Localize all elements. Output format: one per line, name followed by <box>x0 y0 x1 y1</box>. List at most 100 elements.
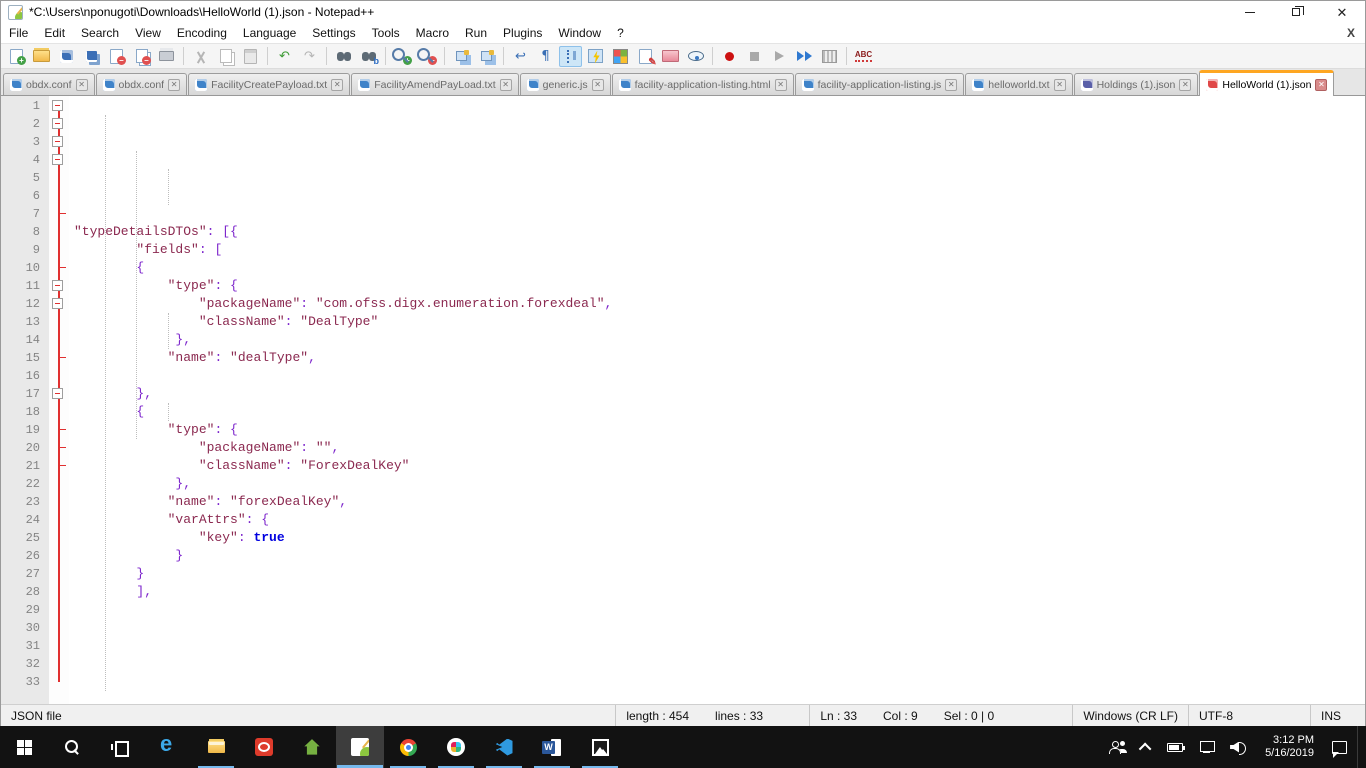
menu-view[interactable]: View <box>127 24 169 42</box>
menu-plugins[interactable]: Plugins <box>495 24 550 42</box>
tab-facilityamendpayload-txt[interactable]: FacilityAmendPayLoad.txt✕ <box>351 73 518 95</box>
cut-icon[interactable] <box>189 46 212 67</box>
menu-macro[interactable]: Macro <box>408 24 457 42</box>
code-line[interactable]: } <box>74 547 1365 565</box>
close-button[interactable]: ✕ <box>1319 1 1365 23</box>
menu-search[interactable]: Search <box>73 24 127 42</box>
menu-close-document-button[interactable]: X <box>1347 26 1355 40</box>
stop-recording-icon[interactable] <box>743 46 766 67</box>
code-line[interactable]: { <box>74 259 1365 277</box>
tab-close-icon[interactable]: ✕ <box>500 79 512 91</box>
fold-collapse-box[interactable] <box>52 118 63 129</box>
tab-helloworld-txt[interactable]: helloworld.txt✕ <box>965 73 1072 95</box>
code-line[interactable] <box>74 673 1365 691</box>
code-line[interactable] <box>74 619 1365 637</box>
tab-obdx-conf[interactable]: obdx.conf✕ <box>3 73 95 95</box>
tab-generic-js[interactable]: generic.js✕ <box>520 73 611 95</box>
code-line[interactable]: "className": "DealType" <box>74 313 1365 331</box>
tab-holdings-1-json[interactable]: Holdings (1).json✕ <box>1074 73 1199 95</box>
tab-close-icon[interactable]: ✕ <box>1179 79 1191 91</box>
tab-helloworld-1-json[interactable]: HelloWorld (1).json✕ <box>1199 70 1334 96</box>
code-line[interactable] <box>74 601 1365 619</box>
sync-vertical-scrolling-icon[interactable] <box>450 46 473 67</box>
menu-settings[interactable]: Settings <box>304 24 363 42</box>
redo-icon[interactable]: ↷ <box>298 46 321 67</box>
fold-collapse-box[interactable] <box>52 154 63 165</box>
code-line[interactable]: }, <box>74 331 1365 349</box>
tab-close-icon[interactable]: ✕ <box>168 79 180 91</box>
save-all-icon[interactable] <box>80 46 103 67</box>
code-line[interactable]: ], <box>74 583 1365 601</box>
copy-icon[interactable] <box>214 46 237 67</box>
record-macro-icon[interactable] <box>718 46 741 67</box>
taskbar-button-oracle[interactable] <box>240 726 288 768</box>
save-icon[interactable] <box>55 46 78 67</box>
fold-collapse-box[interactable] <box>52 136 63 147</box>
minimize-button[interactable] <box>1227 1 1273 23</box>
word-wrap-icon[interactable]: ↩ <box>509 46 532 67</box>
code-line[interactable]: "type": { <box>74 421 1365 439</box>
code-line[interactable]: "packageName": "com.ofss.digx.enumeratio… <box>74 295 1365 313</box>
close-icon[interactable]: – <box>105 46 128 67</box>
open-file-icon[interactable] <box>30 46 53 67</box>
taskbar-button-word[interactable] <box>528 726 576 768</box>
undo-icon[interactable]: ↶ <box>273 46 296 67</box>
code-line[interactable] <box>74 367 1365 385</box>
menu-run[interactable]: Run <box>457 24 495 42</box>
taskbar-button-start[interactable] <box>0 726 48 768</box>
tab-obdx-conf[interactable]: obdx.conf✕ <box>96 73 188 95</box>
show-indent-guide-icon[interactable] <box>559 46 582 67</box>
playback-macro-icon[interactable] <box>768 46 791 67</box>
code-area[interactable]: "typeDetailsDTOs": [{ "fields": [ { "typ… <box>69 96 1365 704</box>
tab-close-icon[interactable]: ✕ <box>76 79 88 91</box>
tab-facility-application-listing-html[interactable]: facility-application-listing.html✕ <box>612 73 794 95</box>
tray-people-button[interactable] <box>1103 726 1132 768</box>
tray-battery-button[interactable] <box>1161 726 1189 768</box>
folder-as-workspace-icon[interactable] <box>659 46 682 67</box>
zoom-out-icon[interactable]: – <box>416 46 439 67</box>
taskbar-button-vscode[interactable] <box>480 726 528 768</box>
tab-close-icon[interactable]: ✕ <box>775 79 787 91</box>
code-line[interactable] <box>74 655 1365 673</box>
menu-window[interactable]: Window <box>550 24 609 42</box>
code-line[interactable]: "varAttrs": { <box>74 511 1365 529</box>
document-switcher-icon[interactable]: ✎ <box>634 46 657 67</box>
code-line[interactable]: "fields": [ <box>74 241 1365 259</box>
code-line[interactable]: "className": "ForexDealKey" <box>74 457 1365 475</box>
menu-help[interactable]: ? <box>609 24 632 42</box>
code-line[interactable]: "packageName": "", <box>74 439 1365 457</box>
sync-horizontal-scrolling-icon[interactable] <box>475 46 498 67</box>
code-line[interactable]: } <box>74 565 1365 583</box>
code-line[interactable]: { <box>74 403 1365 421</box>
code-line[interactable]: "typeDetailsDTOs": [{ <box>74 223 1365 241</box>
tab-close-icon[interactable]: ✕ <box>1054 79 1066 91</box>
tab-close-icon[interactable]: ✕ <box>331 79 343 91</box>
tab-close-icon[interactable]: ✕ <box>1315 79 1327 91</box>
code-line[interactable] <box>74 637 1365 655</box>
tray-volume-button[interactable] <box>1224 726 1253 768</box>
taskbar-button-green-app[interactable] <box>288 726 336 768</box>
taskbar-button-search[interactable] <box>48 726 96 768</box>
document-map-icon[interactable] <box>609 46 632 67</box>
tab-close-icon[interactable]: ✕ <box>592 79 604 91</box>
print-icon[interactable] <box>155 46 178 67</box>
taskbar-button-task-view[interactable] <box>96 726 144 768</box>
replace-icon[interactable] <box>357 46 380 67</box>
code-line[interactable] <box>74 691 1365 704</box>
run-macro-multiple-icon[interactable] <box>793 46 816 67</box>
menu-language[interactable]: Language <box>235 24 304 42</box>
monitoring-icon[interactable] <box>684 46 707 67</box>
taskbar-button-file-explorer[interactable] <box>192 726 240 768</box>
taskbar-button-slack[interactable] <box>432 726 480 768</box>
code-line[interactable]: "key": true <box>74 529 1365 547</box>
show-desktop-button[interactable] <box>1357 726 1362 768</box>
zoom-in-icon[interactable]: + <box>391 46 414 67</box>
spell-check-icon[interactable] <box>852 46 875 67</box>
tray-chevron-up-button[interactable] <box>1136 726 1157 768</box>
code-line[interactable]: "name": "dealType", <box>74 349 1365 367</box>
new-file-icon[interactable]: + <box>5 46 28 67</box>
menu-file[interactable]: File <box>1 24 36 42</box>
menu-tools[interactable]: Tools <box>364 24 408 42</box>
taskbar-button-chrome[interactable] <box>384 726 432 768</box>
tab-facilitycreatepayload-txt[interactable]: FacilityCreatePayload.txt✕ <box>188 73 350 95</box>
